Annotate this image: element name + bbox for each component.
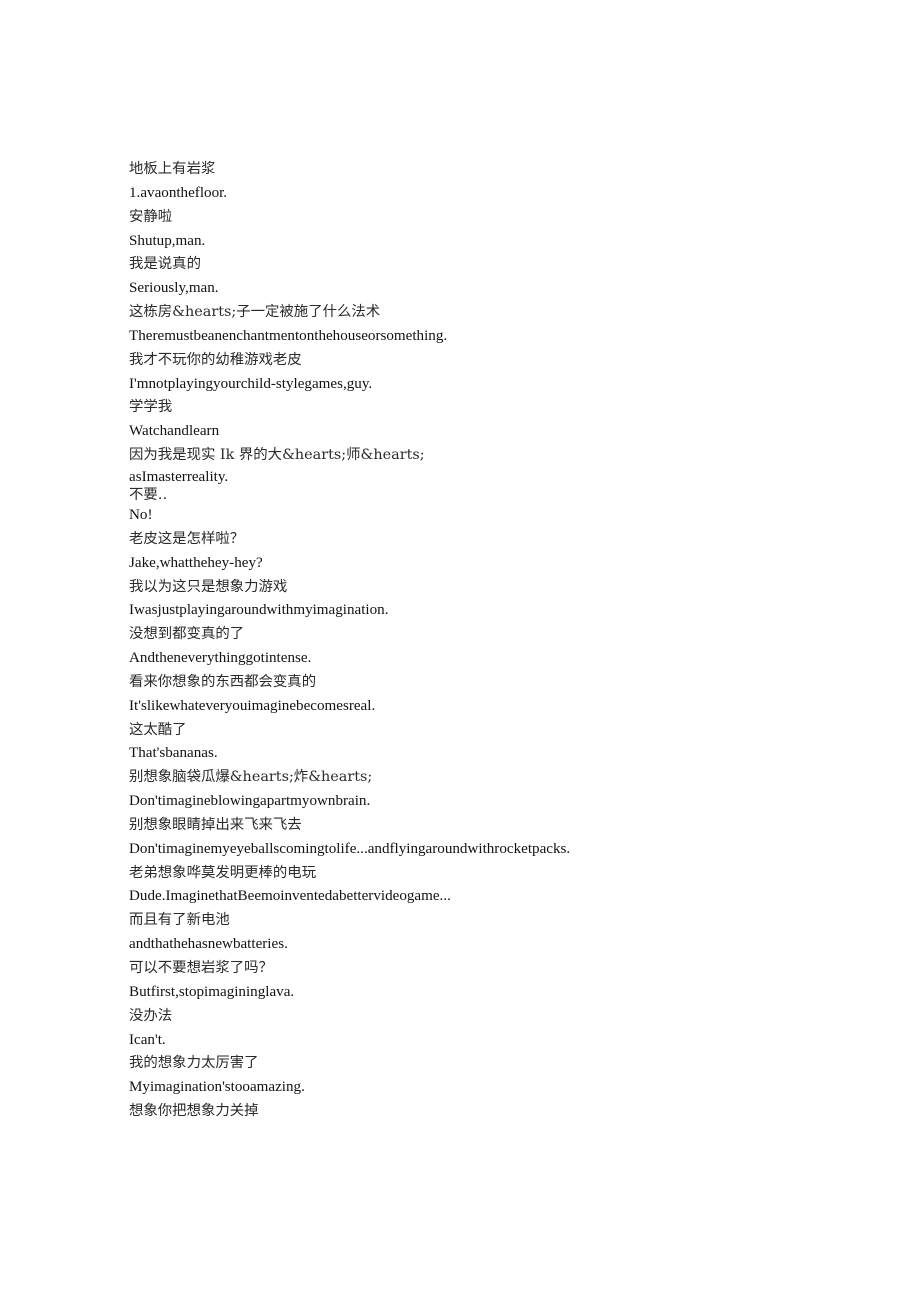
transcript-line: 没办法 [129, 1007, 173, 1024]
transcript-line: 想象你把想象力关掉 [129, 1103, 259, 1120]
transcript-line: 安静啦 [129, 208, 173, 225]
transcript-line: 我才不玩你的幼稚游戏老皮 [129, 351, 302, 368]
transcript-line: 这栋房&hearts;子一定被施了什么法术 [129, 304, 381, 321]
transcript-line: Butfirst,stopimagininglava. [129, 983, 295, 1000]
transcript-line: 因为我是现实 Ik 界的大&hearts;师&hearts; [129, 447, 425, 464]
transcript-line: 而且有了新电池 [129, 912, 230, 929]
transcript-line: Theremustbeanenchantmentonthehouseorsome… [129, 327, 448, 344]
transcript-line: No! [129, 506, 153, 523]
transcript-line: andthathehasnewbatteries. [129, 936, 288, 953]
transcript-line: 我是说真的 [129, 256, 201, 273]
transcript-line: I'mnotplayingyourchild-stylegames,guy. [129, 375, 373, 392]
transcript-line: 我的想象力太厉害了 [129, 1055, 259, 1072]
transcript-line: Dude.ImaginethatBeemoinventedabettervide… [129, 888, 451, 905]
transcript-line: 别想象脑袋瓜爆&hearts;炸&hearts; [129, 769, 373, 786]
document-page: 地板上有岩浆 1.avaonthefloor. 安静啦 Shutup,man. 我是说真… [0, 0, 920, 1301]
transcript-line: Ican't. [129, 1031, 166, 1048]
transcript-line: 老弟想象哗莫发明更棒的电玩 [129, 864, 317, 881]
transcript-line: That'sbananas. [129, 745, 218, 762]
transcript-line: Myimagination'stooamazing. [129, 1079, 305, 1096]
transcript-line: Jake,whatthehey-hey? [129, 554, 263, 571]
transcript-line: 老皮这是怎样啦？ [129, 530, 245, 547]
transcript-line: 这太酷了 [129, 721, 187, 738]
transcript-line: Watchandlearn [129, 423, 220, 440]
transcript-text-block: 地板上有岩浆 1.avaonthefloor. 安静啦 Shutup,man. 我是说真… [129, 158, 889, 1124]
transcript-line: 可以不要想岩浆了吗？ [129, 960, 273, 976]
transcript-line: 看来你想象的东西都会变真的 [129, 673, 317, 690]
transcript-line: 我以为这只是想象力游戏 [129, 578, 288, 595]
transcript-line: Don'timagineblowingapartmyownbrain. [129, 793, 371, 810]
transcript-line: 学学我 [129, 399, 173, 416]
transcript-line: 没想到都变真的了 [129, 626, 245, 643]
transcript-line: Seriously,man. [129, 280, 219, 297]
transcript-line: Shutup,man. [129, 232, 206, 249]
transcript-line: Don'timaginemyeyeballscomingtolife...and… [129, 840, 571, 857]
transcript-line: It'slikewhateveryouimaginebecomesreal. [129, 697, 376, 714]
transcript-line: asImasterreality. [129, 468, 229, 485]
transcript-line: Andtheneverythinggotintense. [129, 650, 312, 667]
transcript-line: Iwasjustplayingaroundwithmyimagination. [129, 602, 389, 619]
transcript-line: 不要‥ [129, 486, 168, 503]
transcript-line: 别想象眼睛掉出来飞来飞去 [129, 816, 302, 833]
transcript-line: 地板上有岩浆 [129, 161, 216, 177]
transcript-line: 1.avaonthefloor. [129, 184, 228, 201]
